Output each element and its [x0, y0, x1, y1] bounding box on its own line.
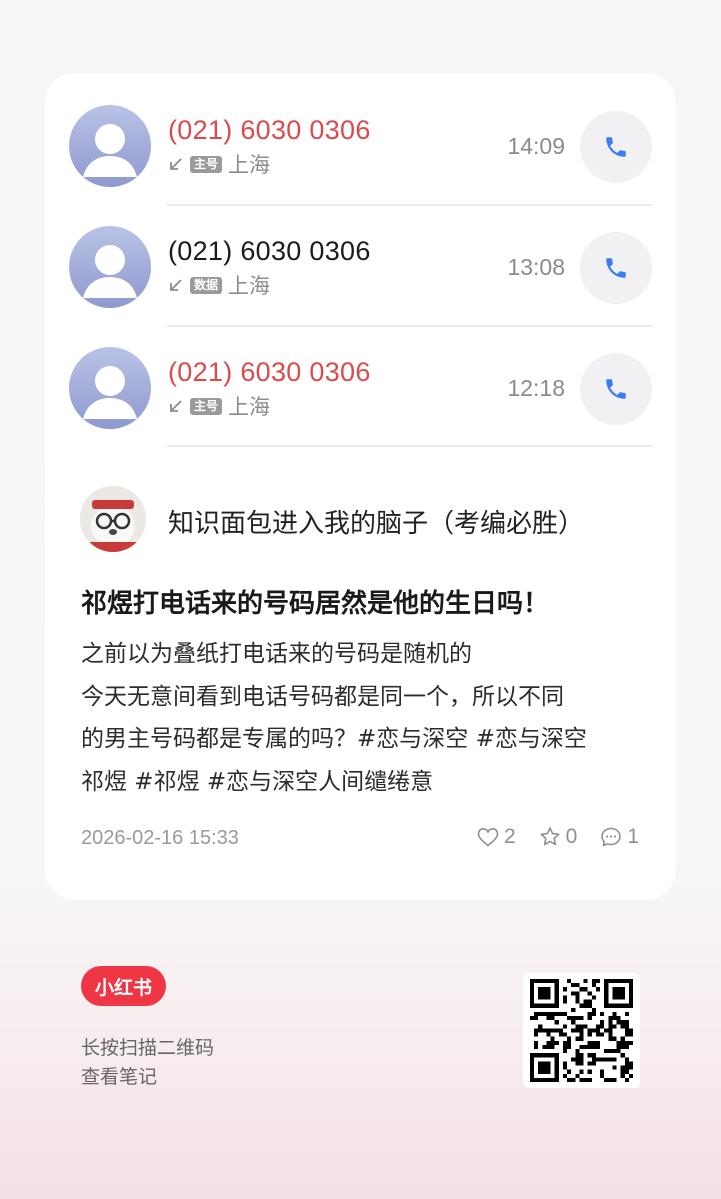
- heart-icon: [477, 827, 499, 847]
- incoming-arrow-icon: [170, 279, 182, 291]
- post-body-line: 之前以为叠纸打电话来的号码是随机的: [81, 641, 472, 667]
- sim-badge: 主号: [190, 397, 223, 415]
- comment-icon: [601, 827, 622, 847]
- post-body-line: 祁煜 #祁煜 #恋与深空人间缱绻意: [81, 768, 434, 795]
- contact-avatar-icon: [69, 105, 151, 187]
- call-location: 上海: [228, 395, 271, 419]
- call-details: 主号 上海: [168, 152, 271, 177]
- scan-hint-line1: 长按扫描二维码: [81, 1037, 215, 1059]
- comment-count: 1: [627, 825, 639, 848]
- contact-avatar-icon: [69, 226, 151, 308]
- author-name[interactable]: 知识面包进入我的脑子（考编必胜）: [168, 503, 584, 540]
- like-button[interactable]: 2: [476, 825, 516, 849]
- scan-hint: 长按扫描二维码 查看笔记: [81, 1034, 214, 1092]
- phone-number: (021) 6030 0306: [168, 236, 371, 266]
- call-button[interactable]: [580, 111, 652, 183]
- qr-code[interactable]: [523, 973, 640, 1088]
- phone-icon: [606, 137, 626, 157]
- call-location: 上海: [228, 153, 271, 177]
- author-avatar[interactable]: [80, 486, 146, 552]
- incoming-arrow-icon: [170, 400, 182, 412]
- post-title: 祁煜打电话来的号码居然是他的生日吗！: [81, 589, 550, 619]
- divider: [167, 445, 652, 447]
- sim-badge: 主号: [190, 155, 223, 173]
- call-button[interactable]: [580, 232, 652, 304]
- phone-icon: [606, 258, 626, 278]
- call-log-row[interactable]: (021) 6030 0306 主号 上海 14:09: [45, 73, 676, 193]
- scan-hint-line2: 查看笔记: [81, 1066, 158, 1088]
- call-log-row[interactable]: (021) 6030 0306 主号 上海 12:18: [45, 315, 676, 435]
- phone-number: (021) 6030 0306: [168, 357, 371, 387]
- call-location: 上海: [228, 274, 271, 298]
- post-body-line: 的男主号码都是专属的吗？#恋与深空 #恋与深空: [81, 726, 587, 752]
- call-details: 数据 上海: [168, 273, 271, 298]
- call-details: 主号 上海: [168, 394, 271, 419]
- phone-icon: [606, 379, 626, 399]
- favorite-count: 0: [565, 825, 578, 848]
- like-count: 2: [503, 825, 516, 848]
- post-date: 2026-02-16 15:33: [81, 827, 239, 849]
- phone-number: (021) 6030 0306: [168, 115, 371, 145]
- post-body-line: 今天无意间看到电话号码都是同一个，所以不同: [81, 683, 564, 710]
- sim-badge: 数据: [190, 276, 223, 294]
- comment-button[interactable]: 1: [599, 825, 639, 849]
- call-button[interactable]: [580, 353, 652, 425]
- call-time: 13:08: [507, 254, 565, 280]
- star-icon: [540, 827, 560, 846]
- post-body: 之前以为叠纸打电话来的号码是随机的 今天无意间看到电话号码都是同一个，所以不同 …: [81, 633, 641, 803]
- post-stats: 2 0 1: [476, 825, 639, 849]
- contact-avatar-icon: [69, 347, 151, 429]
- call-log-row[interactable]: (021) 6030 0306 数据 上海 13:08: [45, 194, 676, 314]
- incoming-arrow-icon: [170, 158, 182, 170]
- favorite-button[interactable]: 0: [538, 825, 578, 849]
- brand-logo: 小红书: [81, 966, 166, 1006]
- call-time: 12:18: [507, 375, 565, 401]
- call-time: 14:09: [507, 133, 565, 159]
- note-card: (021) 6030 0306 主号 上海 14:09 (021) 6030 0…: [45, 73, 676, 900]
